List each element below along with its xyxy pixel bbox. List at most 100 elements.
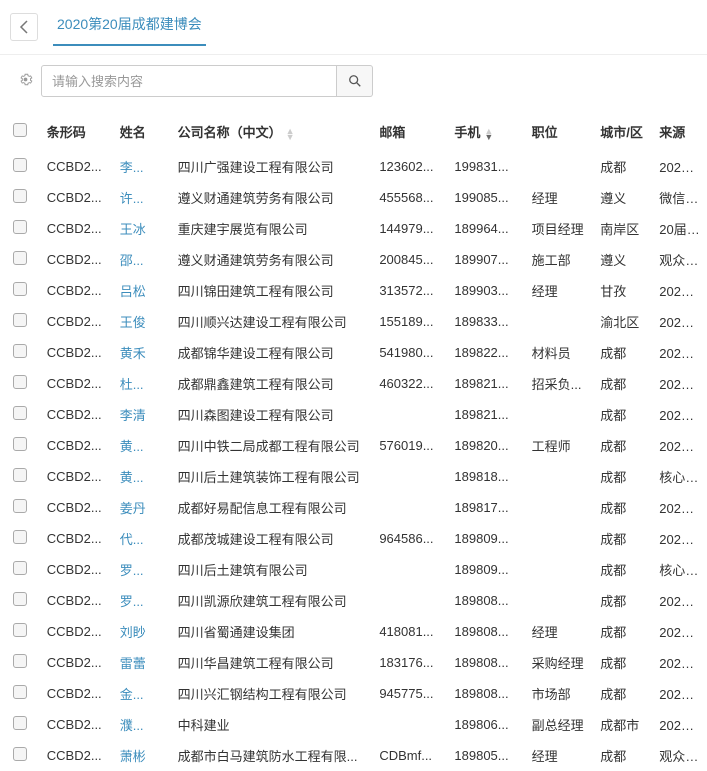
col-position[interactable]: 职位 [526, 112, 595, 151]
table-row[interactable]: CCBD2...黄...四川中铁二局成都工程有限公司576019...18982… [0, 430, 707, 461]
select-all-checkbox[interactable] [13, 123, 27, 137]
cell-position: 采购经理 [526, 647, 595, 678]
table-row[interactable]: CCBD2...李...四川广强建设工程有限公司123602...199831.… [0, 151, 707, 182]
cell-name[interactable]: 王冰 [114, 213, 172, 244]
table-row[interactable]: CCBD2...代...成都茂城建设工程有限公司964586...189809.… [0, 523, 707, 554]
col-phone[interactable]: 手机▲▼ [448, 112, 525, 151]
cell-name[interactable]: 邵... [114, 244, 172, 275]
row-checkbox[interactable] [13, 375, 27, 389]
col-city[interactable]: 城市/区 [594, 112, 653, 151]
row-checkbox[interactable] [13, 530, 27, 544]
cell-name[interactable]: 吕松 [114, 275, 172, 306]
row-checkbox[interactable] [13, 437, 27, 451]
cell-phone: 189818... [448, 461, 525, 492]
cell-name[interactable]: 许... [114, 182, 172, 213]
cell-email: 964586... [373, 523, 448, 554]
row-checkbox[interactable] [13, 344, 27, 358]
table-row[interactable]: CCBD2...罗...四川凯源欣建筑工程有限公司189808...成都2020… [0, 585, 707, 616]
cell-name[interactable]: 罗... [114, 585, 172, 616]
cell-name[interactable]: 黄... [114, 430, 172, 461]
cell-email: 460322... [373, 368, 448, 399]
cell-name[interactable]: 罗... [114, 554, 172, 585]
row-checkbox[interactable] [13, 499, 27, 513]
cell-name[interactable]: 萧彬 [114, 740, 172, 771]
cell-position: 经理 [526, 740, 595, 771]
cell-name[interactable]: 李... [114, 151, 172, 182]
cell-company: 遵义财通建筑劳务有限公司 [172, 244, 374, 275]
cell-name[interactable]: 杜... [114, 368, 172, 399]
col-source[interactable]: 来源 [653, 112, 707, 151]
cell-name[interactable]: 濮... [114, 709, 172, 740]
cell-name[interactable]: 王俊 [114, 306, 172, 337]
cell-name[interactable]: 代... [114, 523, 172, 554]
col-company[interactable]: 公司名称（中文）▲▼ [172, 112, 374, 151]
table-row[interactable]: CCBD2...姜丹成都好易配信息工程有限公司189817...成都2020届.… [0, 492, 707, 523]
cell-company: 四川后土建筑装饰工程有限公司 [172, 461, 374, 492]
cell-position [526, 151, 595, 182]
row-checkbox[interactable] [13, 189, 27, 203]
row-checkbox[interactable] [13, 747, 27, 761]
cell-company: 成都鼎鑫建筑工程有限公司 [172, 368, 374, 399]
col-email[interactable]: 邮箱 [373, 112, 448, 151]
table-row[interactable]: CCBD2...黄...四川后土建筑装饰工程有限公司189818...成都核心买… [0, 461, 707, 492]
cell-phone: 189820... [448, 430, 525, 461]
cell-name[interactable]: 李清 [114, 399, 172, 430]
table-row[interactable]: CCBD2...刘眇四川省蜀通建设集团418081...189808...经理成… [0, 616, 707, 647]
row-checkbox[interactable] [13, 468, 27, 482]
cell-barcode: CCBD2... [41, 182, 114, 213]
row-checkbox[interactable] [13, 406, 27, 420]
table-row[interactable]: CCBD2...许...遵义财通建筑劳务有限公司455568...199085.… [0, 182, 707, 213]
table-row[interactable]: CCBD2...杜...成都鼎鑫建筑工程有限公司460322...189821.… [0, 368, 707, 399]
row-checkbox[interactable] [13, 220, 27, 234]
row-checkbox[interactable] [13, 313, 27, 327]
table-row[interactable]: CCBD2...黄禾成都锦华建设工程有限公司541980...189822...… [0, 337, 707, 368]
cell-name[interactable]: 雷蕾 [114, 647, 172, 678]
table-row[interactable]: CCBD2...邵...遵义财通建筑劳务有限公司200845...189907.… [0, 244, 707, 275]
cell-name[interactable]: 刘眇 [114, 616, 172, 647]
cell-city: 成都 [594, 585, 653, 616]
cell-position: 市场部 [526, 678, 595, 709]
table-row[interactable]: CCBD2...濮...中科建业189806...副总经理成都市2020届... [0, 709, 707, 740]
row-checkbox[interactable] [13, 623, 27, 637]
table-row[interactable]: CCBD2...萧彬成都市白马建筑防水工程有限...CDBmf...189805… [0, 740, 707, 771]
table-row[interactable]: CCBD2...罗...四川后土建筑有限公司189809...成都核心买家 [0, 554, 707, 585]
row-checkbox[interactable] [13, 561, 27, 575]
gear-icon[interactable] [18, 72, 33, 90]
row-checkbox[interactable] [13, 716, 27, 730]
back-button[interactable] [10, 13, 38, 41]
cell-source: 2020届... [653, 678, 707, 709]
search-input[interactable] [41, 65, 337, 97]
table-row[interactable]: CCBD2...雷蕾四川华昌建筑工程有限公司183176...189808...… [0, 647, 707, 678]
cell-email: 144979... [373, 213, 448, 244]
cell-phone: 189817... [448, 492, 525, 523]
cell-name[interactable]: 黄禾 [114, 337, 172, 368]
cell-city: 成都 [594, 616, 653, 647]
table-row[interactable]: CCBD2...金...四川兴汇钢结构工程有限公司945775...189808… [0, 678, 707, 709]
cell-source: 2020届... [653, 151, 707, 182]
cell-source: 核心买家 [653, 554, 707, 585]
row-checkbox[interactable] [13, 685, 27, 699]
col-name[interactable]: 姓名 [114, 112, 172, 151]
row-checkbox[interactable] [13, 654, 27, 668]
table-row[interactable]: CCBD2...吕松四川锦田建筑工程有限公司313572...189903...… [0, 275, 707, 306]
cell-company: 四川顺兴达建设工程有限公司 [172, 306, 374, 337]
col-barcode[interactable]: 条形码 [41, 112, 114, 151]
row-checkbox[interactable] [13, 282, 27, 296]
cell-barcode: CCBD2... [41, 647, 114, 678]
row-checkbox[interactable] [13, 592, 27, 606]
cell-barcode: CCBD2... [41, 275, 114, 306]
cell-email: 123602... [373, 151, 448, 182]
cell-name[interactable]: 黄... [114, 461, 172, 492]
table-row[interactable]: CCBD2...王俊四川顺兴达建设工程有限公司155189...189833..… [0, 306, 707, 337]
table-row[interactable]: CCBD2...李清四川森图建设工程有限公司189821...成都2020届..… [0, 399, 707, 430]
row-checkbox[interactable] [13, 158, 27, 172]
cell-email: 455568... [373, 182, 448, 213]
cell-name[interactable]: 金... [114, 678, 172, 709]
cell-email: 313572... [373, 275, 448, 306]
cell-city: 成都 [594, 647, 653, 678]
cell-name[interactable]: 姜丹 [114, 492, 172, 523]
table-row[interactable]: CCBD2...王冰重庆建宇展览有限公司144979...189964...项目… [0, 213, 707, 244]
search-button[interactable] [337, 65, 373, 97]
cell-source: 2020届... [653, 585, 707, 616]
row-checkbox[interactable] [13, 251, 27, 265]
